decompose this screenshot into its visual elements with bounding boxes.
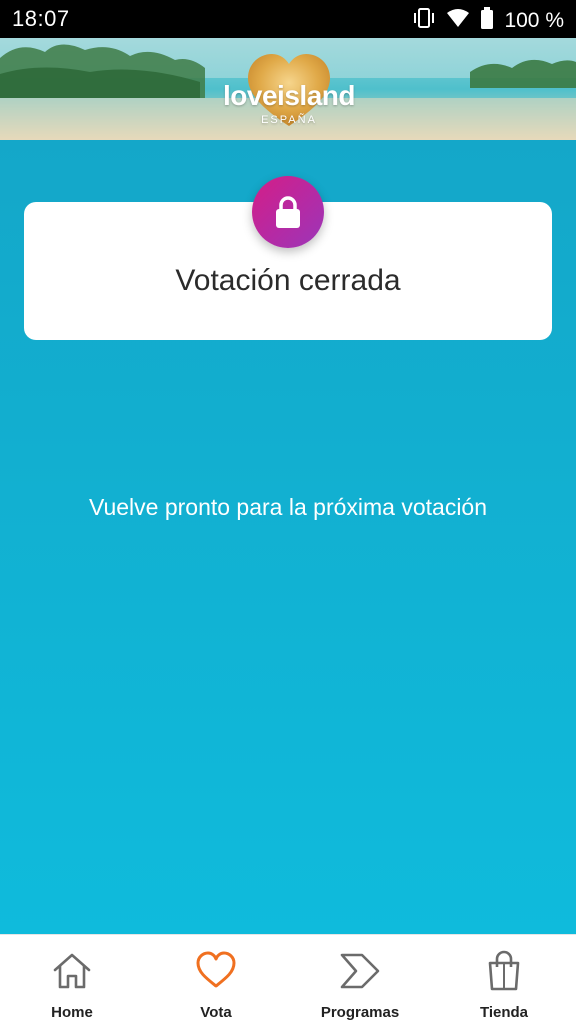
status-icons: 100 %	[412, 7, 564, 34]
lock-icon	[276, 196, 300, 228]
header-banner: loveisland ESPAÑA	[0, 38, 576, 140]
heart-icon	[196, 951, 236, 988]
nav-item-home[interactable]: Home	[0, 935, 144, 1024]
info-message: Vuelve pronto para la próxima votación	[88, 494, 488, 520]
play-arrow-icon	[340, 953, 380, 989]
nav-label-tienda: Tienda	[479, 1004, 529, 1021]
main-content: Votación cerrada Vuelve pronto para la p…	[0, 140, 576, 934]
nav-item-tienda[interactable]: Tienda	[432, 935, 576, 1024]
logo-text: loveisland	[223, 80, 355, 111]
bottom-navigation: Home Vota Programas Tienda	[0, 934, 576, 1024]
battery-icon	[480, 7, 494, 34]
vibrate-icon	[412, 7, 436, 34]
nav-item-programas[interactable]: Programas	[288, 935, 432, 1024]
card-title: Votación cerrada	[175, 264, 401, 297]
logo-subtext: ESPAÑA	[261, 114, 317, 126]
app-screen: 18:07 100 % loveisland ESPAÑA Votación c…	[0, 0, 576, 1024]
love-island-logo: loveisland ESPAÑA	[222, 50, 356, 130]
status-time: 18:07	[12, 6, 70, 31]
battery-percentage: 100 %	[504, 8, 564, 32]
nav-label-vota: Vota	[200, 1004, 232, 1021]
lock-badge	[252, 176, 324, 248]
nav-item-vota[interactable]: Vota	[144, 935, 288, 1024]
wifi-icon	[446, 8, 470, 33]
shopping-bag-icon	[488, 950, 520, 991]
nav-label-home: Home	[51, 1004, 93, 1021]
home-icon	[53, 953, 91, 989]
nav-label-programas: Programas	[320, 1004, 400, 1021]
status-bar: 18:07 100 %	[0, 0, 576, 38]
